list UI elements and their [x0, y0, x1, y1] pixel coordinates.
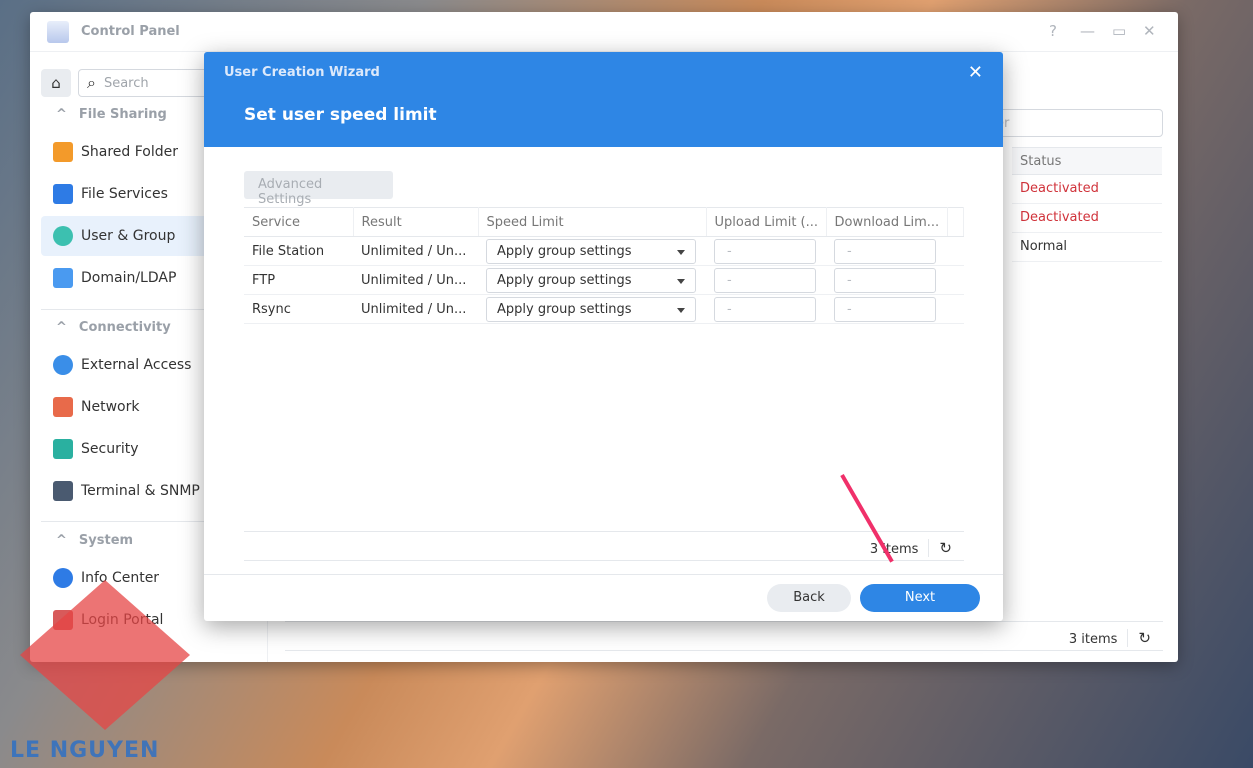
external-access-icon: [53, 355, 73, 375]
control-panel-icon: [47, 20, 69, 43]
window-title: Control Panel: [81, 24, 180, 39]
refresh-icon[interactable]: ↻: [928, 539, 952, 557]
upload-limit-input[interactable]: -: [714, 238, 816, 264]
help-icon[interactable]: ?: [1049, 22, 1057, 40]
column-header-service[interactable]: Service: [244, 207, 354, 237]
download-cell: -: [826, 265, 947, 295]
close-icon[interactable]: ✕: [1143, 22, 1156, 40]
speed-limit-select[interactable]: Apply group settings: [486, 238, 696, 264]
user-creation-wizard-dialog: User Creation Wizard Set user speed limi…: [204, 52, 1003, 621]
result-cell: Unlimited / Un...: [353, 294, 478, 324]
column-header-upload-limit[interactable]: Upload Limit (...: [706, 207, 827, 237]
status-cell: Deactivated: [1012, 204, 1162, 233]
speed-limit-select[interactable]: Apply group settings: [486, 296, 696, 322]
speed-limit-cell: Apply group settings: [478, 265, 706, 295]
upload-cell: -: [706, 236, 826, 266]
speed-limit-cell: Apply group settings: [478, 294, 706, 324]
network-icon: [53, 397, 73, 417]
column-header-blank: [947, 207, 964, 237]
domain-icon: [53, 268, 73, 288]
table-row: FTP Unlimited / Un... Apply group settin…: [244, 265, 964, 295]
speed-limit-cell: Apply group settings: [478, 236, 706, 266]
refresh-icon[interactable]: ↻: [1127, 629, 1151, 647]
table-row: File Station Unlimited / Un... Apply gro…: [244, 236, 964, 266]
service-cell: FTP: [244, 265, 353, 295]
table-footer: 3 items ↻: [244, 531, 964, 561]
home-icon: ⌂: [51, 74, 61, 92]
dialog-header: User Creation Wizard Set user speed limi…: [204, 52, 1003, 147]
maximize-icon[interactable]: ▭: [1112, 22, 1126, 40]
result-cell: Unlimited / Un...: [353, 236, 478, 266]
table-row: Rsync Unlimited / Un... Apply group sett…: [244, 294, 964, 324]
result-cell: Unlimited / Un...: [353, 265, 478, 295]
file-services-icon: [53, 184, 73, 204]
download-limit-input[interactable]: -: [834, 238, 936, 264]
home-button[interactable]: ⌂: [41, 69, 71, 97]
items-count: 3 items: [1068, 632, 1118, 647]
section-connectivity[interactable]: Connectivity: [56, 320, 171, 335]
status-cell: Normal: [1012, 233, 1162, 262]
blank-cell: [947, 294, 964, 324]
back-button[interactable]: Back: [767, 584, 851, 612]
info-icon: [53, 568, 73, 588]
advanced-settings-button[interactable]: Advanced Settings: [244, 171, 393, 207]
service-cell: File Station: [244, 236, 353, 266]
terminal-icon: [53, 481, 73, 501]
section-file-sharing[interactable]: File Sharing: [56, 107, 167, 122]
download-limit-input[interactable]: -: [834, 296, 936, 322]
dialog-footer-divider: [204, 574, 1003, 575]
download-cell: -: [826, 236, 947, 266]
column-header-result[interactable]: Result: [353, 207, 479, 237]
status-column-header[interactable]: Status: [1012, 147, 1162, 175]
blank-cell: [947, 236, 964, 266]
column-header-download-limit[interactable]: Download Lim...: [826, 207, 948, 237]
section-system[interactable]: System: [56, 533, 133, 548]
dialog-title: Set user speed limit: [244, 105, 437, 125]
title-bar: Control Panel ? — ▭ ✕: [30, 12, 1178, 52]
minimize-icon[interactable]: —: [1080, 22, 1095, 40]
watermark-text: LE NGUYEN: [10, 738, 160, 763]
download-cell: -: [826, 294, 947, 324]
upload-cell: -: [706, 265, 826, 295]
upload-limit-input[interactable]: -: [714, 267, 816, 293]
search-icon: ⌕: [87, 73, 96, 92]
column-header-speed-limit[interactable]: Speed Limit: [478, 207, 707, 237]
filter-input[interactable]: er: [985, 109, 1163, 137]
close-icon[interactable]: ✕: [968, 62, 983, 83]
status-cell: Deactivated: [1012, 175, 1162, 204]
table-footer: 3 items ↻: [285, 621, 1163, 651]
speed-limit-select[interactable]: Apply group settings: [486, 267, 696, 293]
items-count: 3 items: [869, 542, 919, 557]
next-button[interactable]: Next: [860, 584, 980, 612]
service-cell: Rsync: [244, 294, 353, 324]
dialog-subtitle: User Creation Wizard: [224, 65, 380, 80]
folder-icon: [53, 142, 73, 162]
upload-limit-input[interactable]: -: [714, 296, 816, 322]
users-icon: [53, 226, 73, 246]
shield-icon: [53, 439, 73, 459]
upload-cell: -: [706, 294, 826, 324]
download-limit-input[interactable]: -: [834, 267, 936, 293]
blank-cell: [947, 265, 964, 295]
speed-limit-table: Service Result Speed Limit Upload Limit …: [244, 207, 964, 324]
